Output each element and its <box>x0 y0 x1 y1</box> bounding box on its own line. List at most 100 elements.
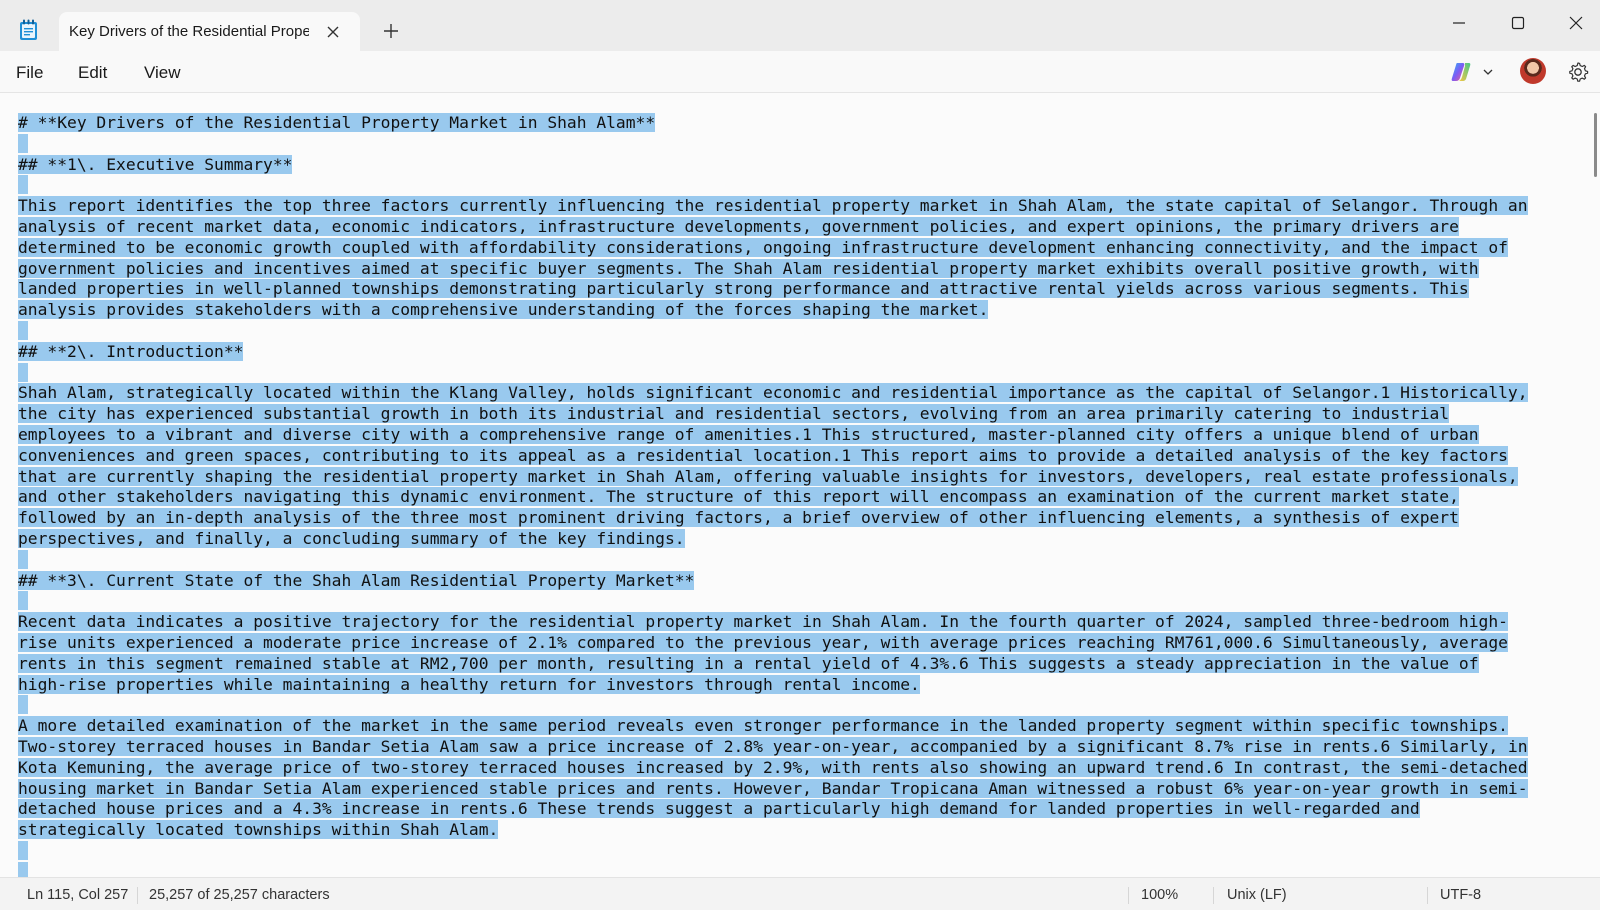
menu-file[interactable]: File <box>16 63 43 83</box>
text-line[interactable]: rents in this segment remained stable at… <box>18 653 1598 675</box>
selected-text: rise units experienced a moderate price … <box>18 632 1508 652</box>
text-line[interactable] <box>18 861 1598 877</box>
character-count: 25,257 of 25,257 characters <box>149 887 330 903</box>
minimize-button[interactable] <box>1436 6 1482 40</box>
text-line[interactable]: Recent data indicates a positive traject… <box>18 612 1598 633</box>
text-line[interactable]: analysis provides stakeholders with a co… <box>18 300 1598 321</box>
selected-text <box>18 133 28 153</box>
selected-text: government policies and incentives aimed… <box>18 258 1479 278</box>
text-line[interactable]: ## **1\. Executive Summary** <box>18 154 1598 176</box>
zoom-level[interactable]: 100% <box>1141 887 1178 903</box>
selected-text <box>18 320 28 340</box>
maximize-button[interactable] <box>1495 6 1541 40</box>
selected-text <box>18 840 28 860</box>
selected-text <box>18 362 28 382</box>
line-ending[interactable]: Unix (LF) <box>1227 887 1287 903</box>
text-line[interactable] <box>18 175 1598 196</box>
selected-text: high-rise properties while maintaining a… <box>18 674 920 694</box>
selected-text: A more detailed examination of the marke… <box>18 716 1508 736</box>
text-line[interactable]: This report identifies the top three fac… <box>18 196 1598 217</box>
text-line[interactable]: detached house prices and a 4.3% increas… <box>18 799 1598 820</box>
text-line[interactable] <box>18 840 1598 862</box>
selected-text <box>18 695 28 715</box>
text-line[interactable] <box>18 549 1598 571</box>
selected-text: housing market in Bandar Setia Alam expe… <box>18 778 1528 798</box>
text-editor[interactable]: # **Key Drivers of the Residential Prope… <box>0 93 1600 877</box>
text-line[interactable]: that are currently shaping the residenti… <box>18 466 1598 488</box>
selected-text: that are currently shaping the residenti… <box>18 466 1518 486</box>
selected-text: Kota Kemuning, the average price of two-… <box>18 757 1528 777</box>
selected-text <box>18 861 28 877</box>
selected-text <box>18 549 28 569</box>
selected-text: This report identifies the top three fac… <box>18 196 1528 216</box>
status-divider <box>1213 887 1214 904</box>
close-tab-icon[interactable] <box>322 21 344 43</box>
maximize-icon <box>1511 16 1525 30</box>
text-line[interactable]: analysis of recent market data, economic… <box>18 216 1598 238</box>
selected-text: analysis of recent market data, economic… <box>18 216 1459 236</box>
menu-edit[interactable]: Edit <box>78 63 107 83</box>
selected-text: conveniences and green spaces, contribut… <box>18 445 1508 465</box>
chevron-down-icon[interactable] <box>1481 65 1495 79</box>
selected-text: followed by an in-depth analysis of the … <box>18 508 1459 528</box>
selected-text: ## **3\. Current State of the Shah Alam … <box>18 570 695 590</box>
text-line[interactable] <box>18 133 1598 155</box>
selected-text: landed properties in well-planned townsh… <box>18 279 1469 299</box>
notepad-app-icon <box>20 19 37 40</box>
text-line[interactable]: the city has experienced substantial gro… <box>18 404 1598 425</box>
tab-title: Key Drivers of the Residential Property … <box>69 23 309 40</box>
text-line[interactable]: followed by an in-depth analysis of the … <box>18 508 1598 529</box>
selected-text: detached house prices and a 4.3% increas… <box>18 799 1420 819</box>
text-line[interactable]: ## **3\. Current State of the Shah Alam … <box>18 570 1598 592</box>
text-line[interactable]: Shah Alam, strategically located within … <box>18 383 1598 404</box>
status-bar: Ln 115, Col 257 25,257 of 25,257 charact… <box>0 877 1600 910</box>
status-divider <box>1128 887 1129 904</box>
text-line[interactable]: Two-storey terraced houses in Bandar Set… <box>18 736 1598 758</box>
new-tab-plus-icon[interactable] <box>380 20 402 42</box>
document-tab[interactable]: Key Drivers of the Residential Property … <box>59 12 360 52</box>
gear-icon[interactable] <box>1566 60 1590 84</box>
minimize-icon <box>1453 22 1465 24</box>
text-line[interactable]: housing market in Bandar Setia Alam expe… <box>18 778 1598 800</box>
text-line[interactable]: ## **2\. Introduction** <box>18 341 1598 363</box>
selected-text: # **Key Drivers of the Residential Prope… <box>18 113 656 132</box>
selected-text: the city has experienced substantial gro… <box>18 404 1450 424</box>
menu-view[interactable]: View <box>144 63 181 83</box>
text-line[interactable]: employees to a vibrant and diverse city … <box>18 424 1598 446</box>
menu-bar: File Edit View <box>0 51 1600 93</box>
vertical-scrollbar[interactable] <box>1594 113 1597 177</box>
text-line[interactable] <box>18 695 1598 716</box>
notepad-window: Key Drivers of the Residential Property … <box>0 0 1600 910</box>
text-line[interactable] <box>18 591 1598 612</box>
selected-text <box>18 175 28 195</box>
text-line[interactable]: determined to be economic growth coupled… <box>18 237 1598 259</box>
text-line[interactable] <box>18 362 1598 384</box>
text-line[interactable]: high-rise properties while maintaining a… <box>18 674 1598 696</box>
text-line[interactable]: A more detailed examination of the marke… <box>18 716 1598 737</box>
selected-text: Recent data indicates a positive traject… <box>18 612 1508 632</box>
selected-text: Shah Alam, strategically located within … <box>18 383 1528 403</box>
text-line[interactable]: perspectives, and finally, a concluding … <box>18 528 1598 550</box>
copilot-icon[interactable] <box>1450 61 1472 83</box>
title-bar[interactable]: Key Drivers of the Residential Property … <box>0 0 1600 52</box>
text-line[interactable] <box>18 320 1598 342</box>
text-line[interactable]: and other stakeholders navigating this d… <box>18 487 1598 508</box>
selected-text: ## **1\. Executive Summary** <box>18 154 293 174</box>
text-line[interactable]: strategically located townships within S… <box>18 820 1598 841</box>
close-icon <box>1569 16 1583 30</box>
text-line[interactable]: rise units experienced a moderate price … <box>18 632 1598 654</box>
user-avatar[interactable] <box>1520 58 1546 84</box>
text-line[interactable]: government policies and incentives aimed… <box>18 258 1598 280</box>
encoding[interactable]: UTF-8 <box>1440 887 1481 903</box>
selected-text: analysis provides stakeholders with a co… <box>18 300 989 320</box>
selected-text: employees to a vibrant and diverse city … <box>18 424 1479 444</box>
document-text[interactable]: # **Key Drivers of the Residential Prope… <box>18 113 1598 877</box>
text-line[interactable]: # **Key Drivers of the Residential Prope… <box>18 113 1598 134</box>
selected-text: Two-storey terraced houses in Bandar Set… <box>18 736 1528 756</box>
close-window-button[interactable] <box>1553 6 1599 40</box>
cursor-position: Ln 115, Col 257 <box>27 887 129 903</box>
text-line[interactable]: Kota Kemuning, the average price of two-… <box>18 757 1598 779</box>
text-line[interactable]: landed properties in well-planned townsh… <box>18 279 1598 300</box>
selected-text: strategically located townships within S… <box>18 820 499 840</box>
text-line[interactable]: conveniences and green spaces, contribut… <box>18 445 1598 467</box>
